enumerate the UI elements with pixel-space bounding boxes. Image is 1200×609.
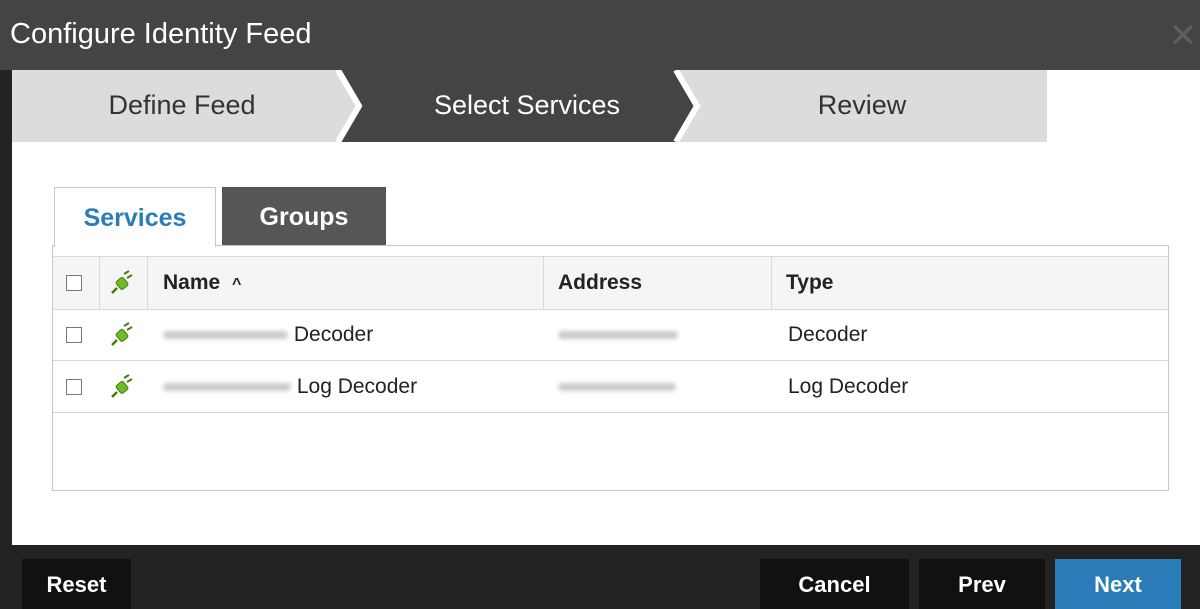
dialog-title: Configure Identity Feed xyxy=(10,18,312,50)
redacted-host xyxy=(163,383,291,392)
service-name: Decoder xyxy=(293,323,374,346)
row-checkbox[interactable] xyxy=(66,327,82,343)
prev-button[interactable]: Prev xyxy=(919,559,1045,609)
cell-type: Log Decoder xyxy=(788,375,909,398)
services-table: Name ^ Address Type Decoder Decoder Log … xyxy=(52,245,1169,491)
step-review: Review xyxy=(817,90,907,120)
dialog-footer: Reset Cancel Prev Next xyxy=(0,545,1200,609)
select-all-checkbox[interactable] xyxy=(66,275,82,291)
redacted-address xyxy=(558,383,676,392)
redacted-host xyxy=(163,331,288,340)
cell-address xyxy=(558,361,676,412)
plug-icon xyxy=(111,322,133,346)
close-icon[interactable]: ✕ xyxy=(1168,19,1198,53)
column-header-address[interactable]: Address xyxy=(558,257,642,309)
table-header: Name ^ Address Type xyxy=(53,256,1168,310)
cell-address xyxy=(558,309,678,360)
tab-groups[interactable]: Groups xyxy=(222,187,386,245)
wizard-steps: Define Feed Select Services Review xyxy=(12,70,1047,142)
column-divider xyxy=(99,257,100,309)
column-divider xyxy=(543,257,544,309)
column-divider xyxy=(147,257,148,309)
cancel-button[interactable]: Cancel xyxy=(760,559,909,609)
dialog-titlebar: Configure Identity Feed ✕ xyxy=(0,0,1200,70)
tab-services[interactable]: Services xyxy=(54,187,216,247)
step-select-services: Select Services xyxy=(433,90,621,120)
table-row[interactable]: Decoder Decoder xyxy=(53,309,1168,361)
plug-icon xyxy=(111,374,133,398)
cell-type: Decoder xyxy=(788,323,868,346)
column-header-type[interactable]: Type xyxy=(786,257,833,309)
configure-identity-feed-dialog: Configure Identity Feed ✕ Define Feed Se… xyxy=(0,0,1200,609)
cell-name: Decoder xyxy=(163,309,373,360)
sort-ascending-icon: ^ xyxy=(232,276,242,293)
cell-name: Log Decoder xyxy=(163,361,417,412)
dialog-content: Define Feed Select Services Review Servi… xyxy=(12,70,1200,545)
column-name-label: Name xyxy=(163,271,221,294)
redacted-address xyxy=(558,331,678,340)
column-header-name[interactable]: Name ^ xyxy=(163,257,241,309)
row-checkbox[interactable] xyxy=(66,379,82,395)
next-button[interactable]: Next xyxy=(1055,559,1181,609)
plug-icon xyxy=(111,270,133,294)
table-row[interactable]: Log Decoder Log Decoder xyxy=(53,361,1168,413)
column-divider xyxy=(771,257,772,309)
reset-button[interactable]: Reset xyxy=(22,559,131,609)
service-name: Log Decoder xyxy=(296,375,418,398)
step-define-feed: Define Feed xyxy=(108,90,256,120)
